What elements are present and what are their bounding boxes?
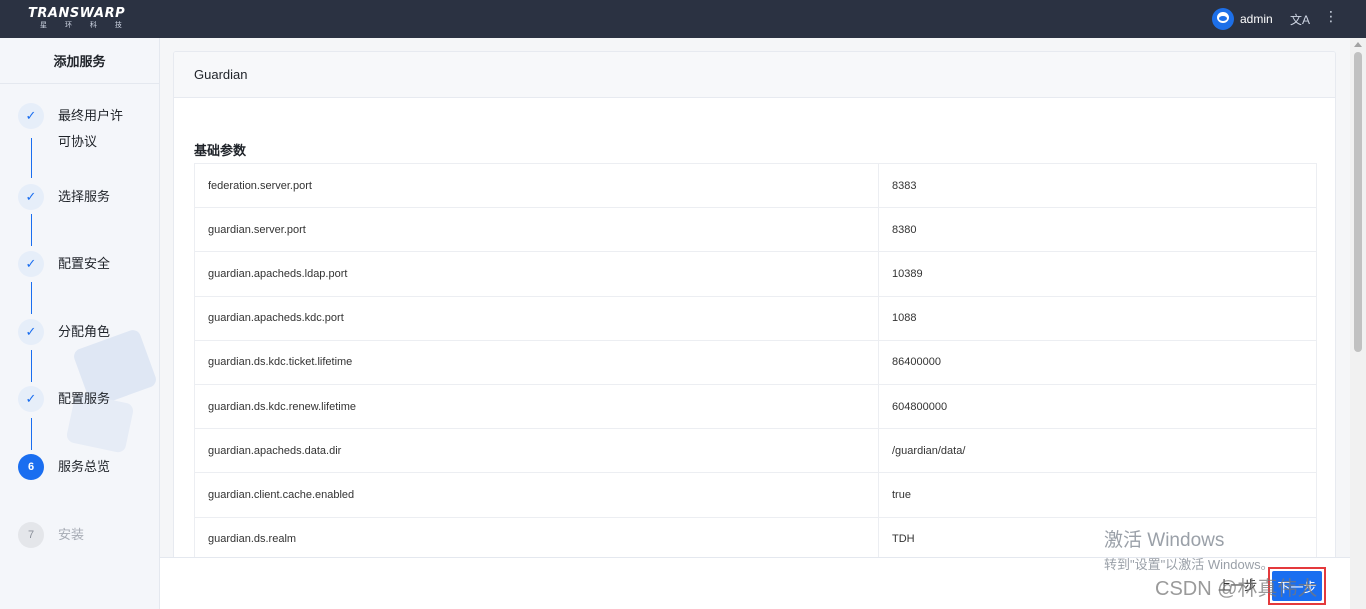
step-connector <box>31 214 32 246</box>
service-card: Guardian 基础参数 federation.server.port 838… <box>173 51 1336 571</box>
table-row: guardian.server.port 8380 <box>194 207 1317 253</box>
param-key: guardian.client.cache.enabled <box>194 472 879 518</box>
param-value: true <box>878 472 1317 518</box>
card-title: Guardian <box>174 52 1335 98</box>
step-label: 最终用户许可协议 <box>58 108 124 149</box>
scroll-up-arrow-icon[interactable] <box>1354 42 1362 47</box>
step-number: 6 <box>18 454 44 480</box>
param-value: 86400000 <box>878 340 1317 385</box>
check-icon: ✓ <box>18 103 44 129</box>
page-scrollbar[interactable] <box>1350 38 1366 609</box>
step-install[interactable]: 7 安装 <box>18 522 134 548</box>
transwarp-logo[interactable]: TRANSWARP 星 环 科 技 <box>28 6 132 34</box>
step-label: 配置安全 <box>58 256 111 271</box>
table-row: guardian.apacheds.kdc.port 1088 <box>194 296 1317 341</box>
param-value: 8383 <box>878 163 1317 209</box>
windows-activation-notice: 激活 Windows 转到"设置"以激活 Windows。 <box>1104 530 1274 574</box>
param-key: guardian.ds.kdc.ticket.lifetime <box>194 340 879 385</box>
param-key: guardian.apacheds.ldap.port <box>194 251 879 297</box>
param-value: 8380 <box>878 207 1317 253</box>
param-key: guardian.server.port <box>194 207 879 253</box>
sidebar-title: 添加服务 <box>0 38 159 84</box>
vertical-dots-icon[interactable]: ⋮ <box>1324 9 1338 23</box>
step-configure-service[interactable]: ✓ 配置服务 <box>18 386 134 412</box>
step-label: 配置服务 <box>58 391 111 406</box>
params-table: federation.server.port 8383 guardian.ser… <box>194 163 1317 562</box>
user-name: admin <box>1240 12 1273 26</box>
table-row: guardian.ds.kdc.ticket.lifetime 86400000 <box>194 340 1317 385</box>
param-key: guardian.ds.kdc.renew.lifetime <box>194 384 879 430</box>
table-row: federation.server.port 8383 <box>194 163 1317 209</box>
step-select-service[interactable]: ✓ 选择服务 <box>18 184 134 210</box>
step-connector <box>31 418 32 450</box>
step-connector <box>31 282 32 314</box>
check-icon: ✓ <box>18 319 44 345</box>
check-icon: ✓ <box>18 386 44 412</box>
param-key: guardian.apacheds.kdc.port <box>194 296 879 341</box>
scroll-thumb[interactable] <box>1354 52 1362 352</box>
avatar <box>1212 8 1234 30</box>
top-bar: TRANSWARP 星 环 科 技 admin 文A ⋮ <box>0 0 1366 38</box>
csdn-watermark: CSDN @林真伟大 <box>1155 578 1318 600</box>
logo-brand: TRANSWARP <box>28 6 126 21</box>
table-row: guardian.ds.kdc.renew.lifetime 604800000 <box>194 384 1317 430</box>
step-label: 安装 <box>58 527 85 542</box>
step-number: 7 <box>18 522 44 548</box>
translate-icon[interactable]: 文A <box>1290 11 1310 28</box>
step-label: 服务总览 <box>58 459 111 474</box>
step-label: 分配角色 <box>58 324 111 339</box>
step-eula[interactable]: ✓ 最终用户许可协议 <box>18 103 134 155</box>
step-label: 选择服务 <box>58 189 111 204</box>
step-configure-security[interactable]: ✓ 配置安全 <box>18 251 134 277</box>
param-key: federation.server.port <box>194 163 879 209</box>
param-value: 10389 <box>878 251 1317 297</box>
param-value: /guardian/data/ <box>878 428 1317 474</box>
step-connector <box>31 350 32 382</box>
step-service-overview[interactable]: 6 服务总览 <box>18 454 134 480</box>
param-key: guardian.apacheds.data.dir <box>194 428 879 474</box>
logo-subtitle: 星 环 科 技 <box>40 22 130 29</box>
param-value: 1088 <box>878 296 1317 341</box>
step-assign-roles[interactable]: ✓ 分配角色 <box>18 319 134 345</box>
table-row: guardian.client.cache.enabled true <box>194 472 1317 518</box>
table-row: guardian.apacheds.data.dir /guardian/dat… <box>194 428 1317 474</box>
check-icon: ✓ <box>18 251 44 277</box>
table-row: guardian.apacheds.ldap.port 10389 <box>194 251 1317 297</box>
main-content: Guardian 基础参数 federation.server.port 838… <box>160 38 1350 571</box>
activation-title: 激活 Windows <box>1104 530 1225 551</box>
param-value: 604800000 <box>878 384 1317 430</box>
user-menu[interactable]: admin <box>1212 8 1273 30</box>
section-title: 基础参数 <box>194 143 247 158</box>
check-icon: ✓ <box>18 184 44 210</box>
param-key: guardian.ds.realm <box>194 517 879 562</box>
wizard-sidebar: 添加服务 ✓ 最终用户许可协议 ✓ 选择服务 ✓ 配置安全 ✓ 分配角色 ✓ 配… <box>0 38 160 609</box>
